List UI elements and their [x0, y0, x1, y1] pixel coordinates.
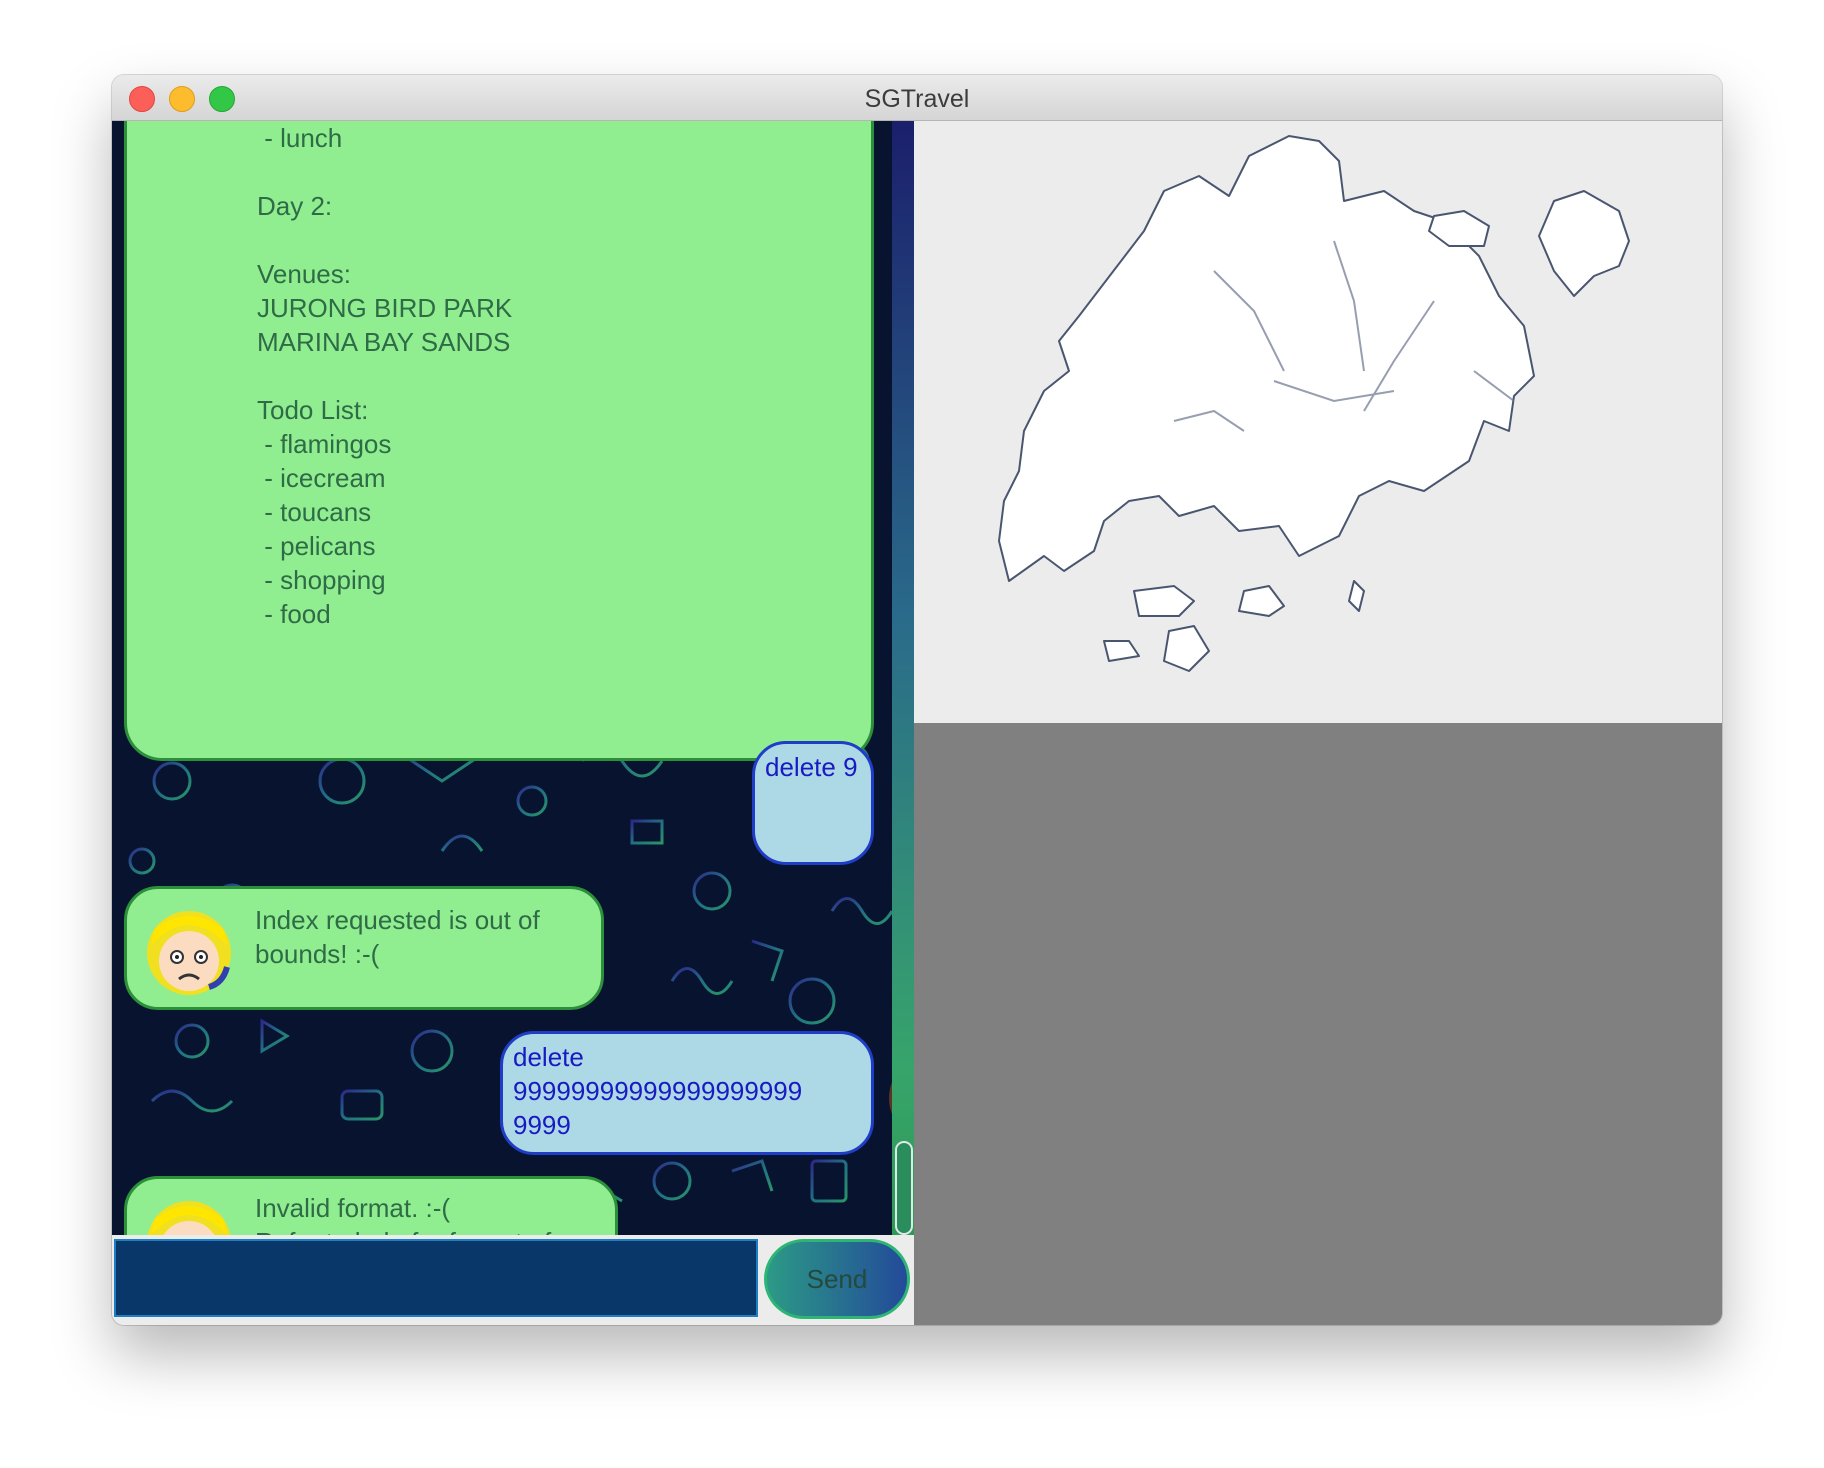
user-message-text: delete 9	[765, 752, 858, 782]
singapore-map	[998, 135, 1630, 672]
user-message-text: delete 99999999999999999999 9999	[513, 1042, 803, 1140]
chat-scrollbar[interactable]	[892, 121, 914, 1235]
title-bar: SGTravel	[112, 75, 1722, 121]
map-pane	[914, 121, 1722, 723]
bot-message-text: Index requested is out of bounds! :-(	[255, 905, 540, 969]
itinerary-text: - lunch Day 2: Venues: JURONG BIRD PARK …	[257, 123, 513, 629]
itinerary-message: - lunch Day 2: Venues: JURONG BIRD PARK …	[124, 121, 874, 761]
user-message: delete 99999999999999999999 9999	[500, 1031, 914, 1155]
window-title: SGTravel	[864, 85, 970, 113]
scrollbar-thumb[interactable]	[895, 1141, 913, 1235]
bot-avatar-icon	[147, 911, 231, 995]
send-button[interactable]: Send	[764, 1239, 910, 1319]
user-message: delete 9	[752, 741, 914, 865]
chat-pane[interactable]: - lunch Day 2: Venues: JURONG BIRD PARK …	[112, 121, 914, 1253]
command-input[interactable]	[114, 1239, 758, 1317]
bot-message: Index requested is out of bounds! :-(	[124, 886, 604, 1010]
input-bar: Send	[112, 1235, 914, 1325]
empty-panel	[914, 723, 1722, 1325]
app-window: SGTravel - lunch Day 2: Venues: JURONG B…	[112, 75, 1722, 1325]
